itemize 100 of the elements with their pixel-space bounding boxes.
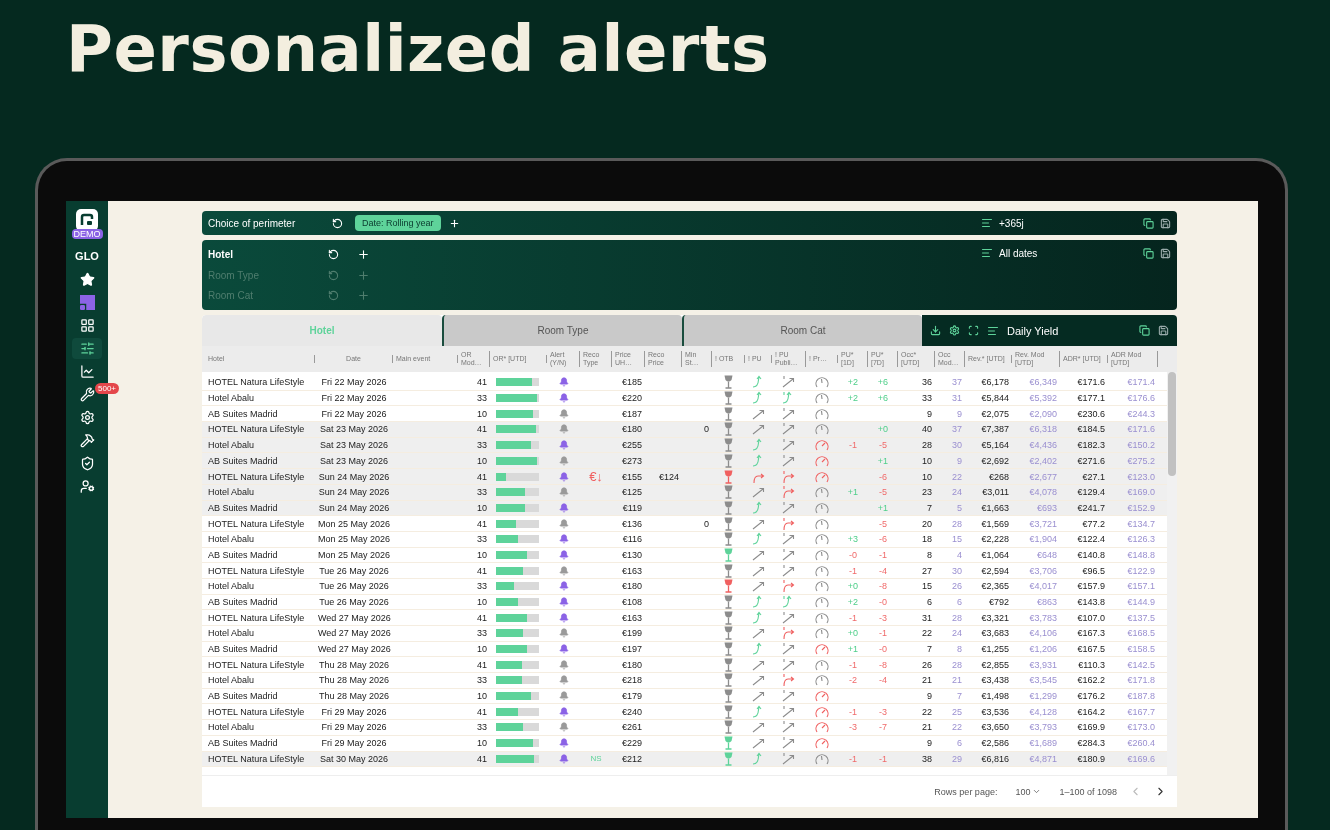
bell-icon[interactable] xyxy=(558,424,569,435)
list-icon[interactable] xyxy=(981,247,993,259)
bell-icon[interactable] xyxy=(558,487,569,498)
table-cell-text: €119 xyxy=(621,502,643,513)
bell-icon[interactable] xyxy=(558,706,569,717)
bell-icon[interactable] xyxy=(558,534,569,545)
bell-icon[interactable] xyxy=(558,455,569,466)
table-cell-text: €3,545 xyxy=(1028,675,1058,686)
save-button[interactable] xyxy=(1158,325,1169,336)
table-cell-text: -1 xyxy=(848,440,858,451)
table-cell-text: 30 xyxy=(951,565,963,576)
bell-icon[interactable] xyxy=(558,408,569,419)
table-cell-text: 15 xyxy=(951,534,963,545)
table-row[interactable]: HOTEL Natura LifeStyle Sat 23 May 2026 41 €180 0 +0 40 37 €7,387 €6,318 €184.5 €171.6 xyxy=(202,422,1167,438)
bell-icon[interactable] xyxy=(558,675,569,686)
table-cell-text: €4,436 xyxy=(1028,440,1058,451)
table-row[interactable]: HOTEL Natura LifeStyle Wed 27 May 2026 41 €163 -1 -3 31 28 €3,321 €3,783 €107.0 €137.5 xyxy=(202,610,1167,626)
table-cell-text: €122.9 xyxy=(1126,565,1156,576)
bell-icon[interactable] xyxy=(558,722,569,733)
bell-icon[interactable] xyxy=(558,628,569,639)
bell-icon[interactable] xyxy=(558,393,569,404)
table-cell-text: 41 xyxy=(476,377,488,388)
table-cell-text: -1 xyxy=(878,628,888,639)
bell-icon[interactable] xyxy=(558,518,569,529)
table-row[interactable]: HOTEL Natura LifeStyle Sun 24 May 2026 41 €↓ €155 €124 -6 10 22 €268 €2,677 €27.1 €123.0 xyxy=(202,469,1167,485)
sliders-icon xyxy=(79,341,95,356)
table-row[interactable]: AB Suites Madrid Sat 23 May 2026 10 €273 +1 10 9 €2,692 €2,402 €271.6 €275.2 xyxy=(202,453,1167,470)
table-row[interactable]: Hotel Abalu Thu 28 May 2026 33 €218 -2 -4 21 21 €3,438 €3,545 €162.2 €171.8 xyxy=(202,673,1167,689)
table-cell-text: 0 xyxy=(703,424,710,435)
table-cell-text: HOTEL Natura LifeStyle xyxy=(207,377,306,388)
table-row[interactable]: Hotel Abalu Fri 29 May 2026 33 €261 -3 -7 21 22 €3,650 €3,793 €169.9 €173.0 xyxy=(202,720,1167,736)
bell-icon[interactable] xyxy=(558,596,569,607)
table-cell-text: 41 xyxy=(476,471,488,482)
table-cell-text: 24 xyxy=(951,628,963,639)
table-cell-text: HOTEL Natura LifeStyle xyxy=(207,659,306,670)
table-cell-text: +1 xyxy=(876,455,890,466)
copy-button[interactable] xyxy=(1139,325,1150,336)
add-button[interactable] xyxy=(357,247,370,261)
table-cell-text: €169.9 xyxy=(1076,722,1106,733)
table-row[interactable]: HOTEL Natura LifeStyle Fri 29 May 2026 41 €240 -1 -3 22 25 €3,536 €4,128 €164.2 €167.7 xyxy=(202,704,1167,721)
add-button[interactable] xyxy=(448,217,460,229)
table-row[interactable]: HOTEL Natura LifeStyle Mon 25 May 2026 41 €136 0 -5 20 28 €1,569 €3,721 €77.2 €134.7 xyxy=(202,516,1167,532)
table-cell-text: Fri 29 May 2026 xyxy=(320,706,388,717)
copy-button[interactable] xyxy=(1143,217,1154,229)
table-cell-text: Wed 27 May 2026 xyxy=(317,612,392,623)
table-cell-text: €197 xyxy=(620,644,643,655)
table-cell-text: 9 xyxy=(926,691,933,702)
table-cell-text: 33 xyxy=(476,487,488,498)
table-cell-text: €220 xyxy=(620,393,643,404)
table-cell-text: €96.5 xyxy=(1081,565,1106,576)
fullscreen-button[interactable] xyxy=(968,325,979,336)
save-button[interactable] xyxy=(1160,247,1171,259)
table-cell-text: Fri 22 May 2026 xyxy=(320,408,388,419)
list-icon[interactable] xyxy=(987,324,999,337)
table-row[interactable]: HOTEL Natura LifeStyle Fri 22 May 2026 41 €185 +2 +6 36 37 €6,178 €6,349 €171.6 €171.4 xyxy=(202,375,1167,391)
bell-icon[interactable] xyxy=(558,691,569,702)
bell-icon[interactable] xyxy=(558,612,569,623)
bell-icon[interactable] xyxy=(558,549,569,560)
copy-button[interactable] xyxy=(1143,247,1154,259)
date-filter-chip[interactable]: Date: Rolling year xyxy=(355,215,441,231)
table-cell-text: 37 xyxy=(951,424,963,435)
bell-icon[interactable] xyxy=(558,738,569,749)
download-button[interactable] xyxy=(930,325,941,336)
bell-icon[interactable] xyxy=(558,440,569,451)
scope-label[interactable]: GLO xyxy=(75,250,99,262)
bell-icon[interactable] xyxy=(558,471,569,482)
table-cell-text: 23 xyxy=(921,487,933,498)
table-cell-text: €218 xyxy=(620,675,643,686)
bell-icon[interactable] xyxy=(558,377,569,388)
table-cell-text: €184.5 xyxy=(1076,424,1106,435)
table-row[interactable]: HOTEL Natura LifeStyle Thu 28 May 2026 41 €180 -1 -8 26 28 €2,855 €3,931 €110.3 €142.5 xyxy=(202,657,1167,674)
bell-icon[interactable] xyxy=(558,565,569,576)
table-cell-text: €158.5 xyxy=(1126,644,1156,655)
table-cell-text: 21 xyxy=(921,675,933,686)
bell-icon[interactable] xyxy=(558,644,569,655)
table-cell-text: €2,586 xyxy=(980,738,1010,749)
bell-icon[interactable] xyxy=(558,753,569,764)
list-icon[interactable] xyxy=(981,217,993,229)
bell-icon[interactable] xyxy=(558,502,569,513)
settings-button[interactable] xyxy=(949,325,960,336)
tab[interactable]: Room Cat xyxy=(682,315,922,346)
table-row[interactable]: Hotel Abalu Wed 27 May 2026 33 €199 +0 -1 22 24 €3,683 €4,106 €167.3 €168.5 xyxy=(202,626,1167,642)
bell-icon[interactable] xyxy=(558,659,569,670)
table-cell-text: €150.2 xyxy=(1126,440,1156,451)
table-cell-text: Hotel Abalu xyxy=(207,393,256,404)
table-cell-text: €271.6 xyxy=(1076,455,1106,466)
table-cell-text: €5,392 xyxy=(1028,393,1058,404)
save-button[interactable] xyxy=(1160,217,1171,229)
rows-per-page-select[interactable]: 100 xyxy=(1009,785,1048,798)
bell-icon[interactable] xyxy=(558,581,569,592)
table-cell-text: €180 xyxy=(620,581,643,592)
table-cell-text: 33 xyxy=(476,722,488,733)
table-row[interactable]: AB Suites Madrid Fri 22 May 2026 10 €187 9 9 €2,075 €2,090 €230.6 €244.3 xyxy=(202,406,1167,423)
table-cell-text: €7,387 xyxy=(980,424,1010,435)
tab[interactable]: Room Type xyxy=(442,315,682,346)
table-row[interactable]: HOTEL Natura LifeStyle Tue 26 May 2026 41 €163 -1 -4 27 30 €2,594 €3,706 €96.5 €122.9 xyxy=(202,563,1167,579)
table-cell-text: AB Suites Madrid xyxy=(207,455,279,466)
table-cell-text: Fri 22 May 2026 xyxy=(320,377,388,388)
scrollbar[interactable] xyxy=(1167,372,1177,775)
table-cell-text: Wed 27 May 2026 xyxy=(317,644,392,655)
